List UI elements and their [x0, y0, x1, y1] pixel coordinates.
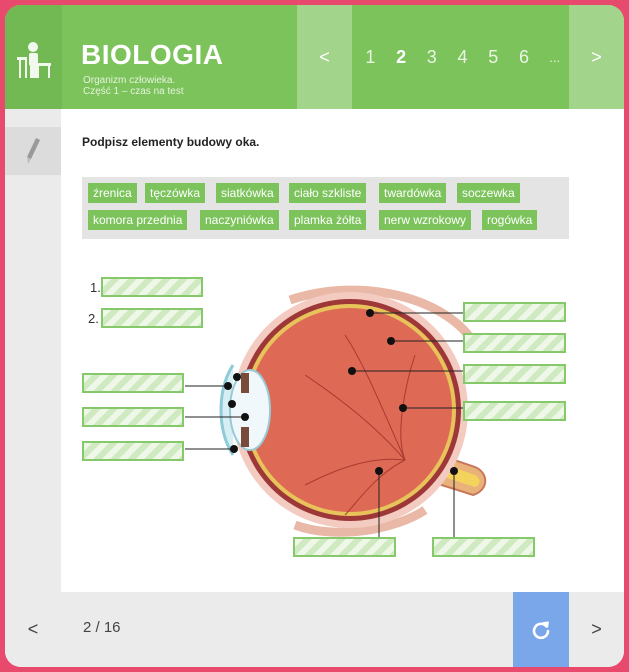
drop-zone-left-2[interactable] [82, 407, 184, 427]
next-question-button[interactable]: > [569, 592, 624, 667]
prev-question-button[interactable]: < [5, 592, 61, 667]
label-number-1: 1. [90, 280, 101, 295]
drop-zone-bottom-1[interactable] [293, 537, 396, 557]
footer-bar: < 2 / 16 > [5, 592, 624, 667]
question-counter: 2 / 16 [83, 619, 121, 636]
drop-zone-right-1[interactable] [463, 302, 566, 322]
drop-zone-right-3[interactable] [463, 364, 566, 384]
label-number-2: 2. [88, 311, 99, 326]
drop-zone-bottom-2[interactable] [432, 537, 535, 557]
drop-zone-1[interactable] [101, 277, 203, 297]
drop-zone-left-1[interactable] [82, 373, 184, 393]
app-window: BIOLOGIA Organizm człowieka. Część 1 – c… [5, 5, 624, 667]
reset-icon [532, 621, 550, 639]
drop-zone-left-3[interactable] [82, 441, 184, 461]
drop-zone-right-2[interactable] [463, 333, 566, 353]
reset-button[interactable] [513, 592, 569, 667]
drop-zone-2[interactable] [101, 308, 203, 328]
drop-zone-right-4[interactable] [463, 401, 566, 421]
